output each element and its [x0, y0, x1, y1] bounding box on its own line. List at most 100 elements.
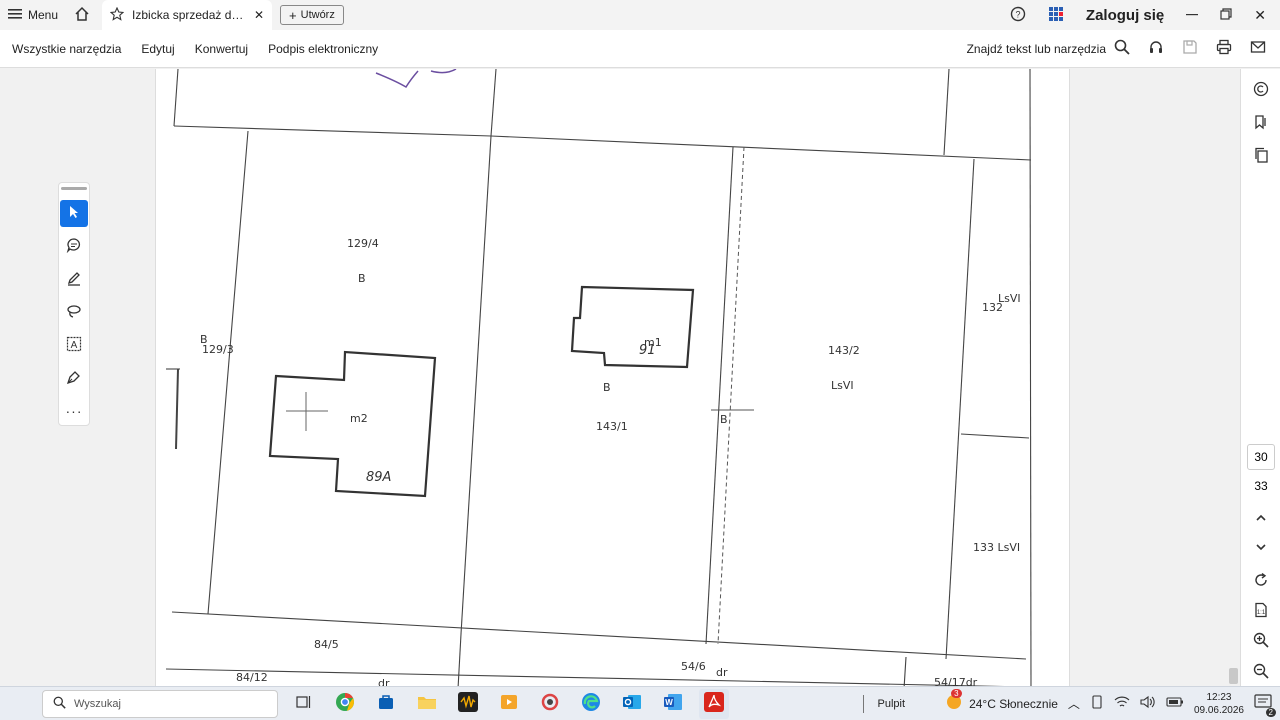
page-fit-button[interactable]: 1:1: [1241, 602, 1280, 621]
read-aloud-icon[interactable]: [1148, 39, 1164, 58]
create-button[interactable]: + Utwórz: [280, 5, 344, 25]
select-tool-button[interactable]: [60, 199, 88, 227]
svg-text:?: ?: [1015, 9, 1020, 19]
close-window-icon[interactable]: ✕: [1254, 7, 1266, 24]
taskbar-acrobat[interactable]: [699, 688, 729, 719]
label-b-129-4: B: [358, 272, 366, 285]
login-button[interactable]: Zaloguj się: [1086, 7, 1164, 24]
app-toolbar: Wszystkie narzędzia Edytuj Konwertuj Pod…: [0, 30, 1280, 68]
email-icon[interactable]: [1250, 39, 1266, 58]
label-89a: 89A: [366, 470, 391, 485]
weather-widget[interactable]: 3 24°C Słonecznie: [945, 689, 1058, 714]
close-tab-icon[interactable]: ✕: [254, 8, 264, 22]
menu-button[interactable]: Menu: [0, 0, 66, 30]
tab-document[interactable]: Izbicka sprzedaż dział... ✕: [102, 0, 273, 30]
search-icon: [53, 696, 66, 712]
menu-edit[interactable]: Edytuj: [131, 42, 184, 56]
taskbar-app-media[interactable]: [494, 689, 524, 719]
taskbar-chrome[interactable]: [330, 689, 360, 719]
task-view-icon: [296, 695, 312, 712]
next-page-button[interactable]: [1241, 540, 1280, 556]
label-lsvi-132: LsVI: [998, 292, 1021, 305]
battery-icon[interactable]: [1166, 696, 1184, 711]
pages-button[interactable]: [1241, 147, 1280, 166]
sync-icon: [540, 692, 560, 715]
bookmarks-button[interactable]: [1241, 114, 1280, 133]
panel-drag-handle[interactable]: [61, 187, 87, 190]
device-icon[interactable]: [1090, 695, 1104, 712]
label-dr-1: dr: [716, 666, 728, 679]
help-icon[interactable]: ?: [1010, 6, 1026, 25]
show-hidden-icons[interactable]: ︿: [1068, 695, 1080, 712]
taskbar-file-explorer[interactable]: [412, 689, 442, 719]
label-143-2: 143/2: [828, 344, 860, 357]
pen-icon: [66, 270, 82, 289]
print-icon[interactable]: [1216, 39, 1232, 58]
save-icon[interactable]: [1182, 39, 1198, 58]
find-tools-button[interactable]: Znajdź tekst lub narzędzia: [967, 39, 1130, 58]
cadastral-map: 129/4 B B 129/3 m2 89A m1 91 B 143/1 B 1…: [165, 69, 1032, 686]
svg-text:1:1: 1:1: [1257, 610, 1266, 616]
svg-text:A: A: [71, 340, 78, 351]
label-129-3: 129/3: [202, 343, 234, 356]
volume-icon[interactable]: [1140, 695, 1156, 712]
comment-tool-button[interactable]: [60, 233, 88, 260]
star-icon[interactable]: [109, 6, 125, 24]
taskbar-word[interactable]: W: [658, 689, 688, 719]
text-box-icon: A: [66, 336, 82, 355]
rotate-button[interactable]: [1241, 572, 1280, 591]
taskbar-app-sync[interactable]: [535, 689, 565, 719]
more-tools-button[interactable]: ···: [60, 398, 88, 425]
outlook-icon: [622, 693, 642, 714]
system-clock[interactable]: 12:23 09.06.2026: [1194, 691, 1244, 717]
zoom-in-icon: [1253, 632, 1269, 651]
page-number-input[interactable]: 30: [1247, 444, 1275, 470]
menu-e-signature[interactable]: Podpis elektroniczny: [258, 42, 388, 56]
bookmark-icon: [1253, 114, 1269, 133]
wifi-icon[interactable]: [1114, 695, 1130, 712]
document-viewport[interactable]: 129/4 B B 129/3 m2 89A m1 91 B 143/1 B 1…: [0, 69, 1240, 686]
page-fit-icon: 1:1: [1253, 602, 1269, 621]
label-dr-2: dr: [378, 677, 390, 686]
label-133: 133 LsVI: [973, 541, 1020, 554]
home-button[interactable]: [66, 0, 98, 30]
draw-tool-button[interactable]: [60, 299, 88, 326]
notifications-button[interactable]: 2: [1254, 694, 1276, 717]
taskbar-app-audio[interactable]: [453, 689, 483, 719]
highlight-tool-button[interactable]: [60, 266, 88, 293]
taskbar-edge[interactable]: [576, 689, 606, 719]
apps-grid-icon[interactable]: [1048, 6, 1064, 25]
taskbar-search[interactable]: Wyszukaj: [42, 689, 278, 718]
weather-text: 24°C Słonecznie: [969, 696, 1058, 711]
zoom-in-button[interactable]: [1241, 632, 1280, 651]
lasso-icon: [66, 303, 82, 322]
find-label: Znajdź tekst lub narzędzia: [966, 41, 1106, 56]
sign-tool-button[interactable]: [60, 365, 88, 392]
zoom-out-button[interactable]: [1241, 663, 1280, 682]
minimize-icon[interactable]: [1186, 8, 1199, 23]
search-placeholder: Wyszukaj: [74, 697, 121, 710]
notification-count: 2: [1265, 708, 1276, 717]
tab-title: Izbicka sprzedaż dział...: [132, 8, 246, 22]
taskbar-outlook[interactable]: [617, 689, 647, 719]
scrollbar-thumb[interactable]: [1229, 668, 1238, 684]
svg-text:W: W: [665, 698, 673, 707]
chevron-down-icon: [1255, 540, 1267, 556]
edge-icon: [581, 692, 601, 715]
store-icon: [377, 693, 395, 714]
vertical-scrollbar[interactable]: [1227, 138, 1240, 686]
label-84-5: 84/5: [314, 638, 339, 651]
restore-icon[interactable]: [1220, 7, 1232, 23]
previous-page-button[interactable]: [1241, 511, 1280, 527]
menu-convert[interactable]: Konwertuj: [185, 42, 258, 56]
menu-all-tools[interactable]: Wszystkie narzędzia: [0, 42, 131, 56]
label-129-4: 129/4: [347, 237, 379, 250]
ai-assistant-button[interactable]: [1241, 81, 1280, 100]
task-view-button[interactable]: [289, 689, 319, 719]
zoom-out-icon: [1253, 663, 1269, 682]
more-dots-icon: ···: [65, 403, 83, 420]
text-tool-button[interactable]: A: [60, 332, 88, 359]
desktop-toolbar[interactable]: Pulpit: [874, 698, 936, 710]
taskbar-store[interactable]: [371, 689, 401, 719]
windows-taskbar: Wyszukaj W Pulpit 3 24°C Słonecznie ︿ 12…: [0, 686, 1280, 720]
